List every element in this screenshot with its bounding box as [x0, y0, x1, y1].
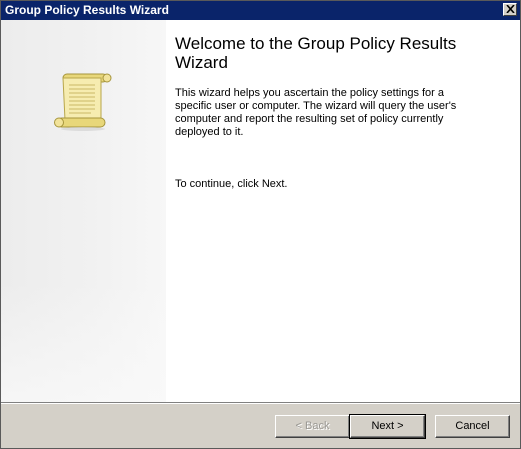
- close-button[interactable]: [503, 3, 517, 16]
- continue-instructions: To continue, click Next.: [175, 178, 288, 190]
- next-button[interactable]: Next >: [349, 414, 426, 439]
- button-separator: [1, 402, 520, 404]
- wizard-content: Welcome to the Group Policy Results Wiza…: [1, 20, 520, 402]
- wizard-description: This wizard helps you ascertain the poli…: [175, 87, 457, 138]
- close-icon: [506, 5, 515, 13]
- title-bar[interactable]: Group Policy Results Wizard: [1, 1, 520, 20]
- scroll-icon: [54, 73, 112, 131]
- wizard-heading: Welcome to the Group Policy Results Wiza…: [175, 34, 457, 72]
- cancel-button[interactable]: Cancel: [435, 415, 510, 438]
- wizard-side-panel: [1, 20, 166, 402]
- wizard-window: Group Policy Results Wizard Welcome to t…: [0, 0, 521, 449]
- back-button[interactable]: < Back: [275, 415, 350, 438]
- window-title: Group Policy Results Wizard: [5, 3, 169, 17]
